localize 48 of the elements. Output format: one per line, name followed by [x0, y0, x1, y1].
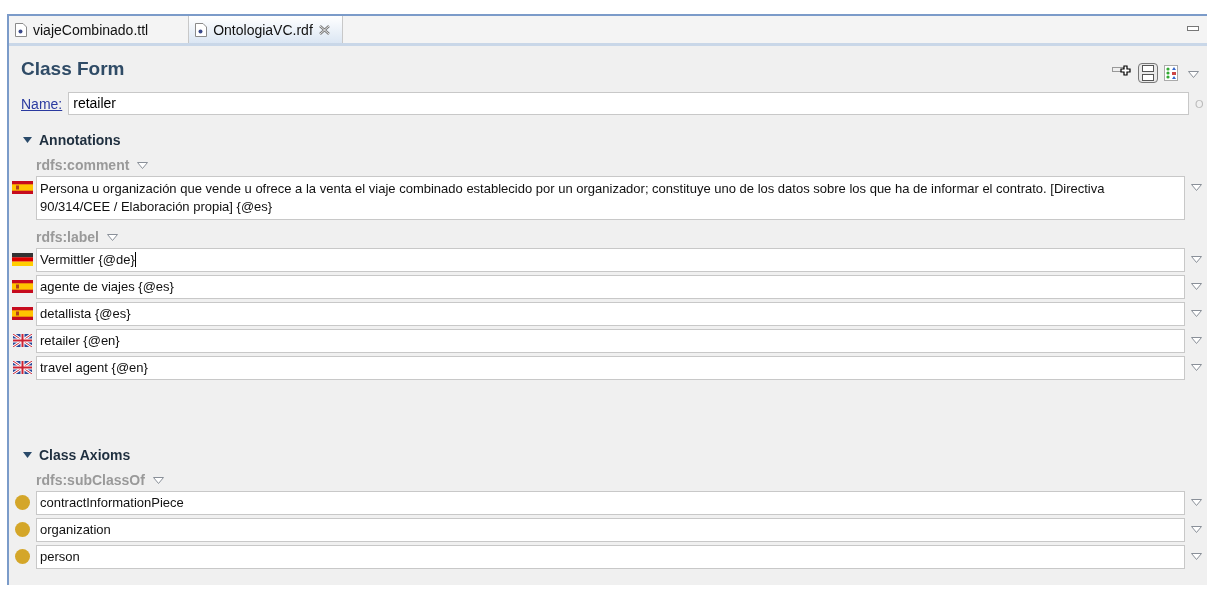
section-title: Class Axioms	[39, 447, 131, 463]
dropdown-icon[interactable]	[1190, 526, 1202, 533]
spain-flag-icon	[12, 307, 33, 320]
name-link[interactable]: Name:	[21, 95, 63, 112]
value-field[interactable]: contractInformationPiece	[36, 491, 1185, 515]
section-title: Annotations	[39, 132, 121, 148]
value-field[interactable]: organization	[36, 518, 1185, 542]
dropdown-icon[interactable]	[1190, 256, 1202, 263]
value-field[interactable]: retailer {@en}	[36, 329, 1185, 353]
file-icon	[15, 22, 27, 37]
dropdown-icon[interactable]	[107, 233, 118, 241]
germany-flag-icon	[12, 253, 33, 266]
expanded-icon[interactable]	[23, 452, 32, 458]
close-icon[interactable]	[318, 24, 330, 35]
dropdown-icon[interactable]	[1190, 283, 1202, 290]
uk-flag-icon	[13, 334, 32, 347]
dropdown-icon[interactable]	[1188, 71, 1199, 78]
dropdown-icon[interactable]	[1190, 499, 1202, 506]
property-label: rdfs:subClassOf	[36, 472, 145, 488]
dropdown-icon[interactable]	[1190, 553, 1202, 560]
minimize-icon[interactable]	[1187, 26, 1199, 32]
property-label: rdfs:comment	[36, 157, 130, 173]
uk-flag-icon	[13, 361, 32, 374]
value-field[interactable]: detallista {@es}	[36, 302, 1185, 326]
dropdown-icon[interactable]	[1190, 337, 1202, 344]
value-field[interactable]: travel agent {@en}	[36, 356, 1185, 380]
list-layout-button[interactable]	[1138, 63, 1158, 83]
expanded-icon[interactable]	[23, 137, 32, 143]
value-field[interactable]: person	[36, 545, 1185, 569]
file-icon	[195, 22, 208, 37]
value-field[interactable]: Vermittler {@de}	[36, 248, 1185, 272]
dropdown-icon[interactable]	[1190, 310, 1202, 317]
name-field[interactable]: retailer	[68, 92, 1189, 115]
editor-tab[interactable]: OntologiaVC.rdf	[189, 16, 343, 43]
spain-flag-icon	[12, 280, 33, 293]
dropdown-icon[interactable]	[152, 476, 164, 484]
class-icon	[15, 522, 30, 537]
class-icon	[15, 495, 30, 510]
grid-layout-icon[interactable]	[1164, 65, 1178, 81]
class-icon	[15, 549, 30, 564]
spain-flag-icon	[12, 181, 33, 194]
dropdown-icon[interactable]	[1190, 184, 1202, 191]
property-label: rdfs:label	[36, 229, 99, 245]
dropdown-icon[interactable]	[137, 161, 149, 169]
comment-field[interactable]: Persona u organización que vende u ofrece a la venta el viaje combinado establecido por un organizador; constituye uno de los datos sobre los que ha de informar el contrato. [Directiva 90/314/CEE / Elaboración propia] {@es}	[36, 176, 1185, 220]
dropdown-icon[interactable]	[1190, 364, 1202, 371]
form-title: Class Form	[21, 57, 126, 80]
value-field[interactable]: agente de viajes {@es}	[36, 275, 1185, 299]
